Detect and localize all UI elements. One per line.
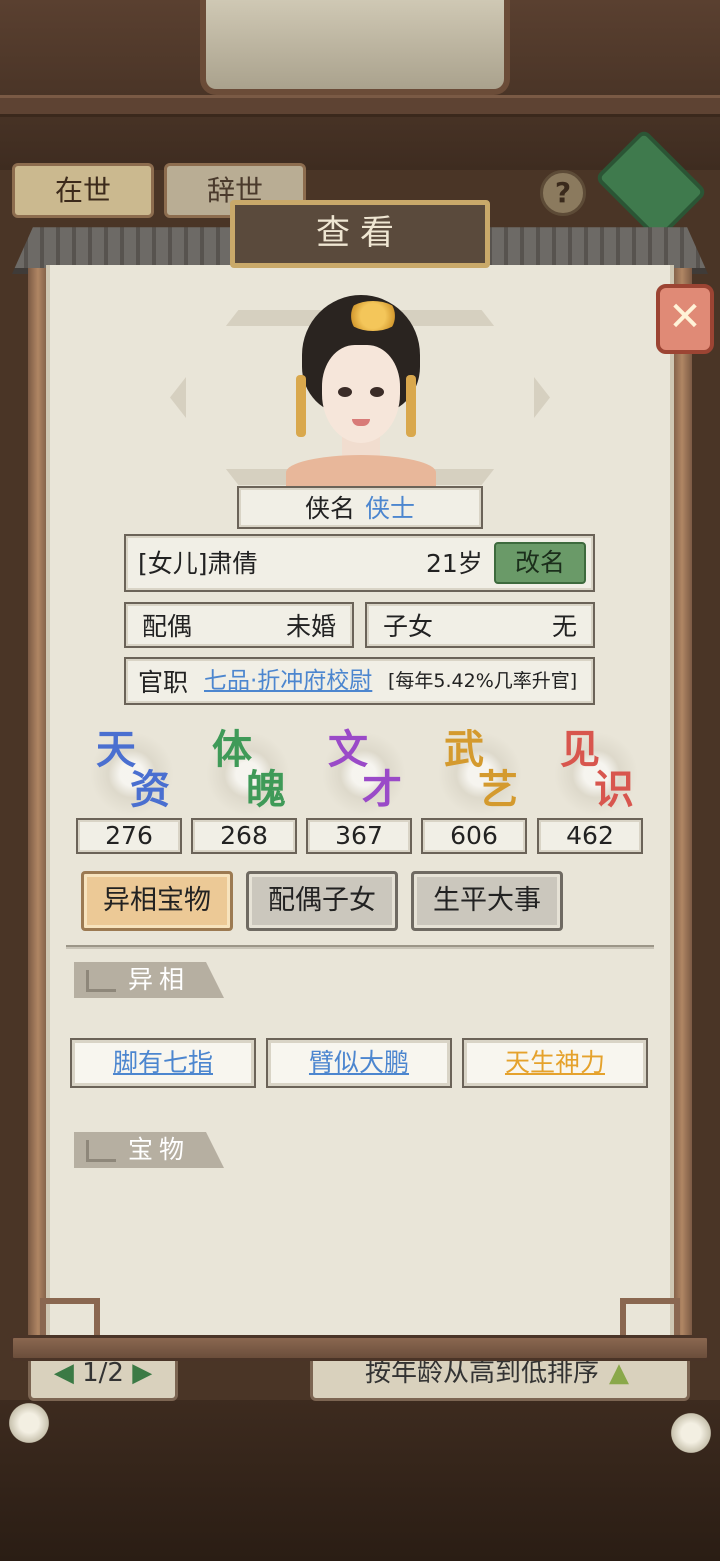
stat-char: 魄 (246, 766, 286, 813)
treasures-section-title: 宝物 (128, 1135, 191, 1164)
tab-spouse-children[interactable]: 配偶子女 (246, 871, 398, 931)
office-label: 官职 (138, 668, 189, 697)
tab-life-events[interactable]: 生平大事 (411, 871, 563, 931)
stat-martial-label: 武 艺 (428, 726, 538, 816)
flower-decoration (6, 1400, 52, 1446)
stat-martial-value: 606 (421, 818, 527, 854)
stat-char: 体 (212, 726, 252, 773)
section-divider (66, 945, 654, 949)
identity-box: [女儿]肃倩 21岁 改名 (124, 534, 595, 592)
spouse-label: 配偶 (142, 612, 193, 641)
age-text: 21岁 (426, 549, 483, 578)
tab-traits-treasures[interactable]: 异相宝物 (81, 871, 233, 931)
next-page-icon[interactable]: ▶ (132, 1358, 152, 1388)
stat-knowledge-value: 462 (537, 818, 643, 854)
sort-label: 按年龄从高到低排序 (365, 1358, 600, 1388)
stat-physique-value: 268 (191, 818, 297, 854)
scroll-bottom-rail (10, 1335, 710, 1361)
tab-alive[interactable]: 在世 (12, 163, 154, 218)
tassel-right (406, 375, 416, 437)
stat-char: 资 (130, 766, 170, 813)
sort-triangle-icon: ▲ (609, 1358, 630, 1388)
traits-section-header: 异相 (74, 962, 224, 998)
treasures-section-header: 宝物 (74, 1132, 224, 1168)
banner-mark-icon (86, 1140, 116, 1162)
children-value: 无 (551, 612, 577, 641)
name-label: 侠名 (304, 494, 355, 523)
spouse-value: 未婚 (285, 612, 336, 641)
help-icon[interactable]: ? (540, 170, 586, 216)
hero-name-box: 侠名 侠士 (237, 486, 483, 529)
dialog-title: 查看 (230, 200, 490, 268)
office-box: 官职 七品·折冲府校尉 [每年5.42%几率升官] (124, 657, 595, 705)
banner-mark-icon (86, 970, 116, 992)
tassel-left (296, 375, 306, 437)
traits-section-title: 异相 (128, 965, 191, 994)
children-box: 子女 无 (365, 602, 595, 648)
portrait-mouth (352, 419, 370, 426)
background-floor (0, 1400, 720, 1561)
background-beam (0, 95, 720, 117)
stat-char: 天 (96, 726, 136, 773)
identity-text: [女儿]肃倩 (138, 549, 258, 578)
stat-aptitude-label: 天 资 (80, 726, 190, 816)
stat-char: 见 (560, 726, 600, 773)
stat-char: 艺 (478, 766, 518, 813)
stat-aptitude-value: 276 (76, 818, 182, 854)
flower-decoration (668, 1410, 714, 1456)
scroll-pole-left (28, 268, 48, 1348)
stat-char: 识 (594, 766, 634, 813)
character-portrait (280, 295, 440, 490)
children-label: 子女 (383, 612, 434, 641)
stat-char: 文 (328, 726, 368, 773)
office-link[interactable]: 七品·折冲府校尉 (204, 670, 372, 693)
portrait-robe (286, 455, 436, 490)
rail-post-right (620, 1298, 680, 1338)
stat-char: 才 (362, 766, 402, 813)
prev-page-icon[interactable]: ◀ (54, 1358, 74, 1388)
close-icon: ✕ (668, 294, 702, 340)
portrait-face (322, 345, 400, 443)
rename-button[interactable]: 改名 (494, 542, 586, 584)
spouse-box: 配偶 未婚 (124, 602, 354, 648)
stat-literacy-label: 文 才 (312, 726, 422, 816)
rail-post-left (40, 1298, 100, 1338)
name-value: 侠士 (365, 494, 416, 523)
stat-literacy-value: 367 (306, 818, 412, 854)
portrait-eye (370, 387, 384, 397)
background-painting (200, 0, 510, 95)
close-button[interactable]: ✕ (656, 284, 714, 354)
pager-text: 1/2 (82, 1358, 124, 1388)
office-promotion-note: [每年5.42%几率升官] (388, 670, 578, 692)
trait-divine-strength[interactable]: 天生神力 (462, 1038, 648, 1088)
stat-knowledge-label: 见 识 (544, 726, 654, 816)
trait-roc-arms[interactable]: 臂似大鹏 (266, 1038, 452, 1088)
portrait-eye (338, 387, 352, 397)
stat-physique-label: 体 魄 (196, 726, 306, 816)
hair-ornament (346, 301, 400, 331)
stat-char: 武 (444, 726, 484, 773)
scroll-pole-right (672, 268, 692, 1348)
trait-seven-toes[interactable]: 脚有七指 (70, 1038, 256, 1088)
